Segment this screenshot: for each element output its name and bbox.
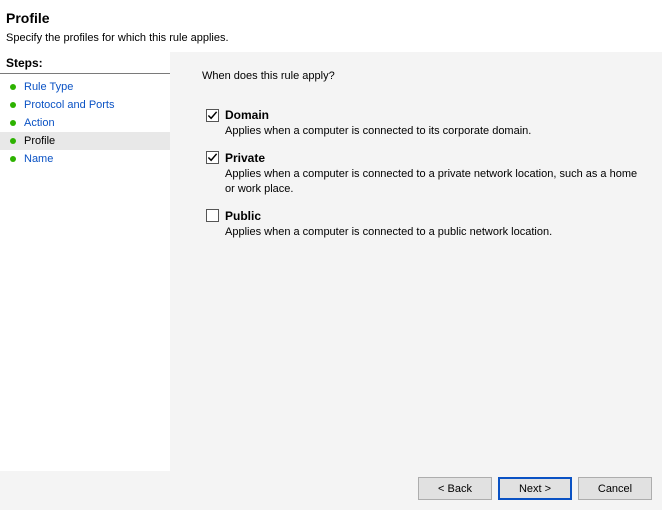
step-label: Action xyxy=(24,117,55,129)
check-icon xyxy=(207,110,218,121)
step-protocol-and-ports[interactable]: Protocol and Ports xyxy=(0,96,170,114)
steps-heading: Steps: xyxy=(0,52,170,74)
step-label: Name xyxy=(24,153,53,165)
option-public: Public Applies when a computer is connec… xyxy=(206,209,646,240)
next-button[interactable]: Next > xyxy=(498,477,572,500)
steps-list: Rule Type Protocol and Ports Action Prof… xyxy=(0,74,170,168)
step-action[interactable]: Action xyxy=(0,114,170,132)
bullet-icon xyxy=(10,120,16,126)
option-description: Applies when a computer is connected to … xyxy=(225,124,645,139)
option-label: Private xyxy=(225,151,265,165)
back-button[interactable]: < Back xyxy=(418,477,492,500)
step-profile[interactable]: Profile xyxy=(0,132,170,150)
wizard-footer: < Back Next > Cancel xyxy=(0,471,662,510)
content-panel: When does this rule apply? Domain Applie… xyxy=(170,52,662,471)
option-label: Domain xyxy=(225,108,269,122)
profile-options: Domain Applies when a computer is connec… xyxy=(202,108,646,251)
bullet-icon xyxy=(10,156,16,162)
option-label: Public xyxy=(225,209,261,223)
bullet-icon xyxy=(10,84,16,90)
step-label: Rule Type xyxy=(24,81,73,93)
page-subtitle: Specify the profiles for which this rule… xyxy=(6,32,656,44)
option-description: Applies when a computer is connected to … xyxy=(225,167,645,197)
step-name[interactable]: Name xyxy=(0,150,170,168)
question-text: When does this rule apply? xyxy=(202,70,646,82)
check-icon xyxy=(207,152,218,163)
cancel-button[interactable]: Cancel xyxy=(578,477,652,500)
checkbox-private[interactable] xyxy=(206,151,219,164)
wizard-header: Profile Specify the profiles for which t… xyxy=(0,0,662,52)
step-label: Profile xyxy=(24,135,55,147)
bullet-icon xyxy=(10,102,16,108)
page-title: Profile xyxy=(6,10,656,26)
bullet-icon xyxy=(10,138,16,144)
option-domain: Domain Applies when a computer is connec… xyxy=(206,108,646,139)
option-description: Applies when a computer is connected to … xyxy=(225,225,645,240)
option-private: Private Applies when a computer is conne… xyxy=(206,151,646,197)
step-rule-type[interactable]: Rule Type xyxy=(0,78,170,96)
checkbox-domain[interactable] xyxy=(206,109,219,122)
steps-sidebar: Steps: Rule Type Protocol and Ports Acti… xyxy=(0,52,170,471)
checkbox-public[interactable] xyxy=(206,209,219,222)
step-label: Protocol and Ports xyxy=(24,99,115,111)
